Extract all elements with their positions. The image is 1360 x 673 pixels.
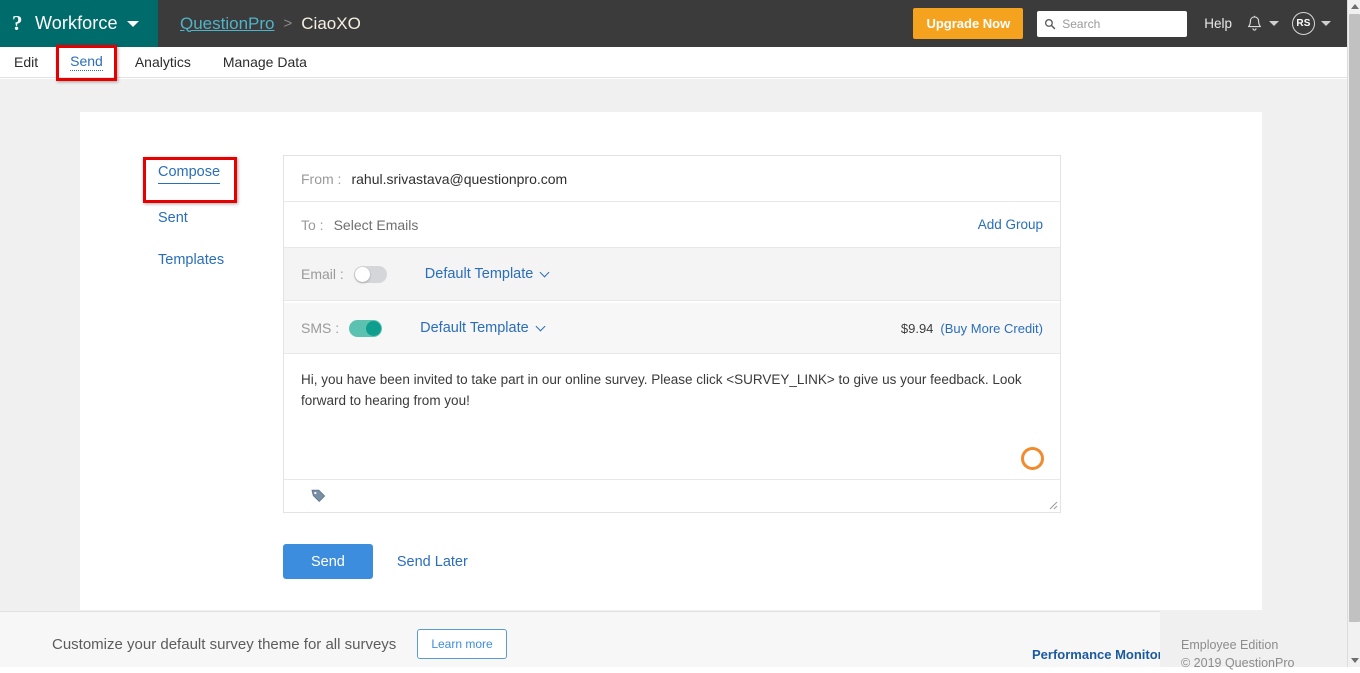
footer-promo: Customize your default survey theme for … [52, 629, 507, 659]
survey-tab-bar: Edit Send Analytics Manage Data [0, 47, 1347, 78]
email-template-label: Default Template [424, 266, 534, 282]
email-channel-label: Email : [301, 266, 344, 282]
sms-template-dropdown[interactable]: Default Template [420, 320, 546, 336]
to-label: To : [301, 216, 324, 233]
breadcrumb-current-survey: CiaoXO [301, 13, 361, 33]
compose-form: From : rahul.srivastava@questionpro.com … [283, 155, 1061, 513]
help-link[interactable]: Help [1204, 16, 1232, 31]
breadcrumb-root-link[interactable]: QuestionPro [180, 14, 275, 34]
notifications-control[interactable] [1246, 15, 1279, 33]
brand-name: Workforce [35, 13, 118, 33]
to-select-emails-input[interactable]: Select Emails [334, 217, 419, 233]
tab-edit[interactable]: Edit [14, 54, 38, 70]
breadcrumb: QuestionPro > CiaoXO [180, 14, 361, 34]
from-label: From : [301, 170, 342, 187]
search-icon [1045, 18, 1056, 29]
user-menu-chevron-down-icon[interactable] [1321, 21, 1331, 26]
tab-analytics[interactable]: Analytics [135, 54, 191, 70]
bell-icon [1247, 15, 1262, 31]
questionpro-logo-icon: ? [12, 11, 23, 35]
textarea-resize-handle[interactable] [1046, 498, 1058, 510]
sms-channel-label: SMS : [301, 320, 340, 336]
to-row[interactable]: To : Select Emails Add Group [284, 202, 1060, 248]
sms-toggle[interactable] [349, 319, 383, 337]
email-template-dropdown[interactable]: Default Template [424, 266, 550, 282]
tab-manage-data[interactable]: Manage Data [223, 54, 307, 70]
page-scrollbar[interactable] [1347, 0, 1360, 667]
tab-send[interactable]: Send [70, 53, 103, 71]
email-toggle-knob [354, 266, 370, 282]
chevron-down-icon[interactable] [126, 20, 139, 27]
scrollbar-down-arrow-icon[interactable] [1348, 654, 1360, 667]
send-button[interactable]: Send [283, 544, 373, 579]
message-body-textarea[interactable]: Hi, you have been invited to take part i… [284, 354, 1060, 480]
sms-toggle-knob [366, 320, 382, 336]
user-menu[interactable]: RS [1292, 12, 1331, 35]
sms-channel-row: SMS : Default Template $9.94 (Buy More C… [284, 301, 1060, 354]
footer-promo-text: Customize your default survey theme for … [52, 635, 397, 653]
sidebar-item-sent[interactable]: Sent [158, 210, 188, 226]
sms-credit-amount: $9.94 [900, 320, 934, 336]
compose-actions: Send Send Later [283, 544, 468, 579]
scrollbar-thumb[interactable] [1349, 14, 1360, 622]
message-toolbar [284, 480, 1060, 512]
top-header-bar: ? Workforce QuestionPro > CiaoXO Upgrade… [0, 0, 1347, 47]
send-later-link[interactable]: Send Later [397, 554, 468, 570]
add-group-link[interactable]: Add Group [978, 217, 1043, 232]
email-toggle[interactable] [353, 265, 387, 283]
sidebar-item-templates[interactable]: Templates [158, 252, 224, 268]
from-email-value: rahul.srivastava@questionpro.com [351, 170, 568, 187]
scrollbar-up-arrow-icon[interactable] [1348, 0, 1360, 13]
copyright-label: © 2019 QuestionPro [1181, 655, 1295, 670]
character-counter-ring-icon [1021, 447, 1044, 470]
search-input[interactable] [1060, 15, 1179, 32]
learn-more-button[interactable]: Learn more [417, 629, 507, 659]
from-row: From : rahul.srivastava@questionpro.com [284, 156, 1060, 202]
sidebar-item-compose[interactable]: Compose [158, 164, 221, 184]
brand-block[interactable]: ? Workforce [0, 0, 158, 47]
search-box[interactable] [1037, 10, 1188, 37]
breadcrumb-separator: > [283, 15, 293, 32]
sms-template-label: Default Template [420, 320, 529, 336]
avatar[interactable]: RS [1292, 12, 1315, 35]
send-panel-card: Compose Sent Templates From : rahul.sriv… [80, 112, 1262, 610]
buy-more-credit-link[interactable]: (Buy More Credit) [940, 321, 1043, 336]
sms-credit-info: $9.94 (Buy More Credit) [901, 321, 1043, 336]
performance-monitor-link[interactable]: Performance Monitor [1032, 647, 1163, 662]
tag-icon[interactable] [311, 489, 326, 503]
email-channel-row: Email : Default Template [284, 248, 1060, 301]
edition-label: Employee Edition [1181, 638, 1279, 652]
edition-info: Employee Edition © 2019 QuestionPro [1160, 611, 1347, 670]
header-actions: Upgrade Now Help RS [913, 8, 1347, 39]
sms-template-chevron-down-icon [535, 321, 546, 331]
upgrade-now-button[interactable]: Upgrade Now [913, 8, 1024, 39]
notifications-chevron-down-icon[interactable] [1269, 21, 1279, 26]
email-template-chevron-down-icon [539, 267, 550, 277]
message-body-text: Hi, you have been invited to take part i… [301, 372, 1022, 408]
